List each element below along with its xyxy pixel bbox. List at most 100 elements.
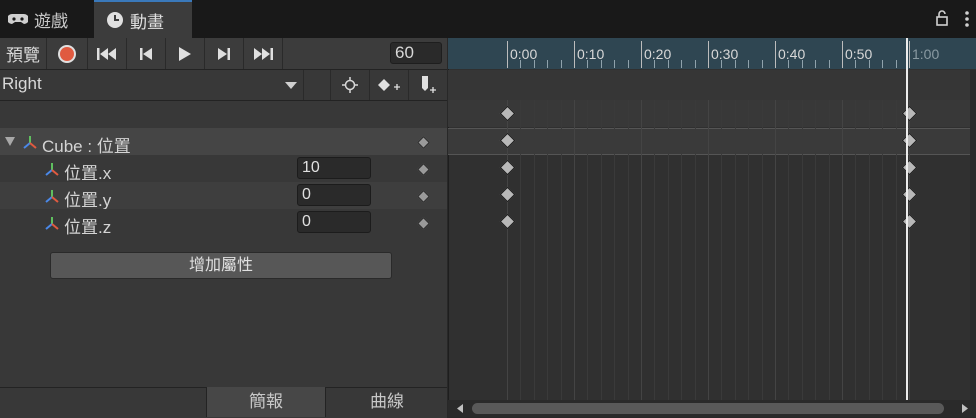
add-property-button[interactable]: 增加屬性: [50, 252, 392, 279]
filter-keyframes-icon: [342, 77, 358, 93]
ruler-minor-tick: [628, 60, 629, 68]
timeline-gridline: [855, 100, 856, 400]
ruler-minor-tick: [721, 60, 722, 68]
property-value-field[interactable]: 10: [297, 157, 371, 179]
preview-label: 預覽: [6, 46, 40, 65]
ruler-minor-tick: [869, 60, 870, 68]
ruler-major-tick: [708, 41, 709, 68]
ruler-minor-tick: [614, 60, 615, 68]
timeline-gridline: [748, 100, 749, 400]
tab-game[interactable]: 遊戲: [8, 0, 68, 38]
timeline-gridline: [641, 100, 642, 400]
keyframe-toggle-icon[interactable]: [417, 163, 430, 176]
timeline-gridline: [815, 100, 816, 400]
property-group-row[interactable]: Cube : 位置: [0, 128, 447, 156]
timeline-gridline: [869, 100, 870, 400]
add-keyframe-button[interactable]: [369, 70, 408, 100]
ruler-minor-tick: [695, 60, 696, 68]
horizontal-scroll-thumb[interactable]: [472, 403, 944, 414]
timeline-gridline: [695, 100, 696, 400]
timeline-gridline: [668, 100, 669, 400]
ruler-major-tick: [909, 41, 910, 68]
property-value-field[interactable]: 0: [297, 184, 371, 206]
timeline-gridline: [520, 100, 521, 400]
ruler-minor-tick: [882, 60, 883, 68]
first-keyframe-button[interactable]: [88, 38, 127, 69]
timeline-gridline: [735, 100, 736, 400]
ruler-major-tick: [842, 41, 843, 68]
timeline-gridline: [628, 100, 629, 400]
ruler-minor-tick: [668, 60, 669, 68]
property-group-label: Cube : 位置: [42, 137, 131, 156]
transform-axis-icon: [45, 163, 59, 176]
ruler-time-label: 1:00: [912, 46, 940, 62]
property-label: 位置.x: [64, 164, 112, 183]
add-event-icon: [422, 76, 436, 93]
ruler-minor-tick: [788, 60, 789, 68]
ruler-major-tick: [507, 41, 508, 68]
ruler-minor-tick: [520, 60, 521, 68]
ruler-major-tick: [641, 41, 642, 68]
play-button[interactable]: [166, 38, 205, 69]
playhead[interactable]: [906, 38, 908, 400]
ruler-minor-tick: [815, 60, 816, 68]
ruler-minor-tick: [748, 60, 749, 68]
clip-dropdown[interactable]: Right: [0, 70, 303, 100]
previous-keyframe-icon: [140, 47, 152, 60]
preview-button[interactable]: 預覽: [0, 38, 47, 69]
play-icon: [179, 46, 191, 61]
ruler-minor-tick: [587, 60, 588, 68]
timeline-gridline: [574, 100, 575, 400]
collapse-arrow-icon[interactable]: [5, 137, 15, 146]
events-track[interactable]: [448, 70, 976, 100]
property-value-field[interactable]: 0: [297, 211, 371, 233]
timeline-gridline: [788, 100, 789, 400]
ruler-minor-tick: [561, 60, 562, 68]
add-keyframe-icon: [378, 79, 400, 91]
record-button[interactable]: [47, 38, 88, 69]
timeline-gridline: [721, 100, 722, 400]
transform-axis-icon: [45, 190, 59, 203]
keyframe-toggle-icon[interactable]: [417, 136, 430, 149]
ruler-major-tick: [574, 41, 575, 68]
tab-game-label: 遊戲: [34, 11, 68, 31]
property-row-y[interactable]: 位置.y 0: [0, 182, 447, 210]
timeline-gridline: [587, 100, 588, 400]
scroll-left-icon[interactable]: [457, 404, 463, 413]
ruler-minor-tick: [601, 60, 602, 68]
timeline-gridline: [534, 100, 535, 400]
clock-icon: [107, 12, 123, 28]
property-row-z[interactable]: 位置.z 0: [0, 209, 447, 237]
previous-keyframe-button[interactable]: [127, 38, 166, 69]
last-keyframe-icon: [254, 47, 273, 60]
next-keyframe-icon: [218, 47, 230, 60]
ruler-minor-tick: [896, 60, 897, 68]
ruler-minor-tick: [534, 60, 535, 68]
next-keyframe-button[interactable]: [205, 38, 244, 69]
first-keyframe-icon: [97, 47, 116, 60]
tab-animation[interactable]: 動畫: [94, 0, 192, 38]
add-event-button[interactable]: [408, 70, 447, 100]
timeline-gridline: [681, 100, 682, 400]
dopesheet-tab[interactable]: 簡報: [206, 387, 325, 417]
frame-number-field[interactable]: 60: [390, 42, 442, 64]
curves-tab[interactable]: 曲線: [325, 387, 448, 417]
timeline-gridline: [829, 100, 830, 400]
timeline-gridline: [762, 100, 763, 400]
timeline-gridline: [561, 100, 562, 400]
filter-keyframes-button[interactable]: [330, 70, 369, 100]
vertical-scrollbar[interactable]: [970, 70, 976, 400]
ruler-minor-tick: [735, 60, 736, 68]
last-keyframe-button[interactable]: [244, 38, 283, 69]
kebab-menu-icon[interactable]: [964, 10, 970, 33]
keyframe-toggle-icon[interactable]: [417, 190, 430, 203]
record-icon: [58, 44, 76, 63]
ruler-minor-tick: [802, 60, 803, 68]
keyframe-toggle-icon[interactable]: [417, 217, 430, 230]
ruler-minor-tick: [829, 60, 830, 68]
ruler-minor-tick: [654, 60, 655, 68]
timeline-gridline: [614, 100, 615, 400]
lock-icon[interactable]: [935, 10, 949, 31]
scroll-right-icon[interactable]: [962, 404, 968, 413]
property-row-x[interactable]: 位置.x 10: [0, 155, 447, 183]
